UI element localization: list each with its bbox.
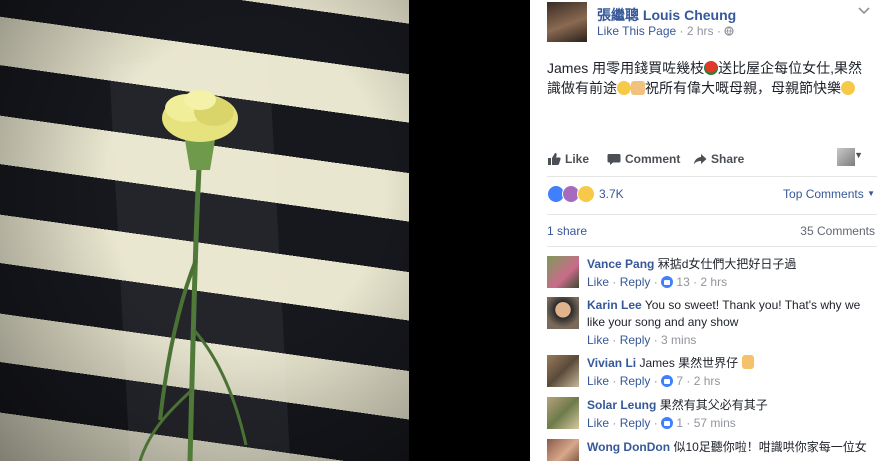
page-avatar[interactable] <box>547 2 587 42</box>
comment-like-button[interactable]: Like <box>587 416 609 430</box>
comment-text: 似10足聽你啦！咁識哄你家每一位女 <box>673 440 867 454</box>
commenter-avatar[interactable] <box>547 256 579 288</box>
globe-icon <box>724 24 734 38</box>
commenter-name[interactable]: Vance Pang <box>587 257 654 271</box>
comment-body: Vance Pang 冧掂d女仕們大把好日子過 Like · Reply · 1… <box>587 256 867 291</box>
like-button[interactable]: Like <box>547 152 589 166</box>
comment-like-count[interactable]: 13 <box>676 275 689 289</box>
comment-like-count[interactable]: 7 <box>676 374 683 388</box>
page-name[interactable]: 張繼聰 Louis Cheung <box>597 5 736 25</box>
comment-text: 冧掂d女仕們大把好日子過 <box>657 257 797 271</box>
comment-reply-button[interactable]: Reply <box>620 333 651 347</box>
divider <box>547 246 877 247</box>
comment-body: Wong DonDon 似10足聽你啦！咁識哄你家每一位女 <box>587 439 867 456</box>
comment-label: Comment <box>625 152 681 166</box>
thumbs-up-icon <box>548 153 561 165</box>
comment-text: James 果然世界仔 <box>639 356 739 370</box>
rock-hand-emoji-icon <box>631 81 645 95</box>
commenter-avatar[interactable] <box>547 439 579 461</box>
post-meta: Like This Page · 2 hrs · <box>597 24 734 38</box>
share-button[interactable]: Share <box>693 152 744 166</box>
post-action-bar: Like Comment Share ▼ <box>547 148 867 170</box>
post-options-chevron-icon[interactable] <box>858 4 870 18</box>
comment-like-button[interactable]: Like <box>587 275 609 289</box>
rose-emoji-icon <box>704 61 719 75</box>
comment-actions: Like · Reply · 7 · 2 hrs <box>587 374 721 388</box>
comment-like-button[interactable]: Like <box>587 374 609 388</box>
post-header: 張繼聰 Louis Cheung Like This Page · 2 hrs … <box>547 2 877 42</box>
comments-count[interactable]: 35 Comments <box>800 224 875 238</box>
comment-like-icon <box>661 276 674 288</box>
comment-reply-button[interactable]: Reply <box>620 374 651 388</box>
post-text-line1: James 用零用錢買咗幾枝 <box>547 60 705 76</box>
share-label: Share <box>711 152 745 166</box>
like-page-link[interactable]: Like This Page <box>597 24 676 38</box>
comment-time[interactable]: 3 mins <box>661 333 696 347</box>
comment-time[interactable]: 57 mins <box>694 416 736 430</box>
post-time[interactable]: 2 hrs <box>687 24 714 38</box>
victory-hand-emoji-icon <box>741 355 754 369</box>
reactions-row: 3.7K Top Comments ▼ <box>547 185 877 205</box>
post-as-avatar[interactable] <box>837 148 855 166</box>
comment-reply-button[interactable]: Reply <box>620 275 651 289</box>
carnation-flower-image <box>138 90 248 461</box>
commenter-name[interactable]: Solar Leung <box>587 398 656 412</box>
divider <box>547 214 877 215</box>
like-label: Like <box>565 152 590 166</box>
comment-body: Vivian Li James 果然世界仔 Like · Reply · 7 ·… <box>587 355 867 390</box>
post-as-caret-icon[interactable]: ▼ <box>854 150 863 160</box>
post-side-panel: 張繼聰 Louis Cheung Like This Page · 2 hrs … <box>530 0 877 461</box>
comment-button[interactable]: Comment <box>607 152 680 166</box>
kissing-emoji-icon <box>841 81 855 95</box>
post-viewer: 張繼聰 Louis Cheung Like This Page · 2 hrs … <box>0 0 877 461</box>
post-photo[interactable] <box>0 0 409 461</box>
comment-like-count[interactable]: 1 <box>676 416 683 430</box>
comment-like-button[interactable]: Like <box>587 333 609 347</box>
comment-time[interactable]: 2 hrs <box>694 374 721 388</box>
comment-body: Solar Leung 果然有其父必有其子 Like · Reply · 1 ·… <box>587 397 867 432</box>
haha-reaction-icon[interactable] <box>577 185 595 203</box>
comment-like-icon <box>661 417 674 429</box>
post-text-line1-tail: 送比屋企每位女仕,果然 <box>718 60 863 76</box>
comment-actions: Like · Reply · 13 · 2 hrs <box>587 275 728 289</box>
meta-separator: · <box>679 24 684 38</box>
post-text-line2: 識做有前途 <box>547 80 617 96</box>
post-text-line2-tail: 祝所有偉大嘅母親，母親節快樂 <box>645 80 841 96</box>
comment-actions: Like · Reply · 1 · 57 mins <box>587 416 736 430</box>
comment-text: 果然有其父必有其子 <box>659 398 768 412</box>
commenter-avatar[interactable] <box>547 297 579 329</box>
commenter-avatar[interactable] <box>547 355 579 387</box>
divider <box>547 176 877 177</box>
comment-actions: Like · Reply · 3 mins <box>587 333 697 347</box>
shares-count[interactable]: 1 share <box>547 224 587 238</box>
reaction-count[interactable]: 3.7K <box>599 187 624 201</box>
commenter-name[interactable]: Vivian Li <box>587 356 636 370</box>
laughing-emoji-icon <box>617 81 631 95</box>
photo-viewer <box>0 0 530 461</box>
share-arrow-icon <box>693 154 707 165</box>
meta-separator-2: · <box>716 24 721 38</box>
comment-bubble-icon <box>607 154 621 165</box>
comment-time[interactable]: 2 hrs <box>700 275 727 289</box>
commenter-name[interactable]: Wong DonDon <box>587 440 670 454</box>
commenter-avatar[interactable] <box>547 397 579 429</box>
comment-like-icon <box>661 375 674 387</box>
commenter-name[interactable]: Karin Lee <box>587 298 642 312</box>
sort-caret-icon: ▼ <box>867 189 875 198</box>
comment-reply-button[interactable]: Reply <box>620 416 651 430</box>
post-text: James 用零用錢買咗幾枝 送比屋企每位女仕,果然 識做有前途 祝所有偉大嘅母親，… <box>547 58 867 98</box>
comment-body: Karin Lee You so sweet! Thank you! That'… <box>587 297 867 349</box>
top-comments-dropdown[interactable]: Top Comments ▼ <box>783 187 875 201</box>
top-comments-label: Top Comments <box>783 187 864 201</box>
